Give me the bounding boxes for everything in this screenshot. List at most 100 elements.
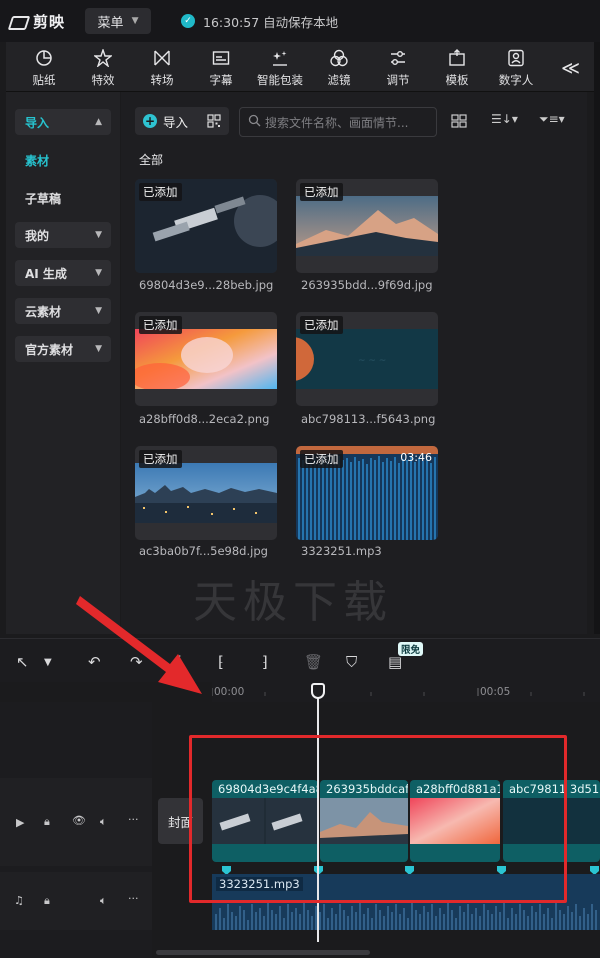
subtitle-icon: [211, 48, 231, 68]
file-name: ac3ba0b7f...5e98d.jpg: [139, 544, 268, 558]
playhead-handle[interactable]: [311, 683, 325, 699]
added-tag: 已添加: [300, 316, 343, 334]
shield-icon[interactable]: ⛉: [346, 653, 357, 671]
audio-duration: 03:46: [400, 451, 432, 464]
app-logo: 剪映: [8, 11, 65, 32]
tool-smart-package[interactable]: 智能包装: [250, 48, 310, 88]
watermark: 天极下载: [193, 577, 393, 628]
check-circle-icon: ✓: [181, 14, 196, 28]
file-name: 3323251.mp3: [301, 544, 382, 558]
menu-label: 菜单: [97, 15, 124, 31]
app-name: 剪映: [33, 12, 66, 31]
tool-label: 数字人: [498, 73, 534, 87]
horizontal-scrollbar[interactable]: [156, 950, 370, 955]
video-track-header: ▶ 🔒︎ 👁︎ 🔈︎ ···: [0, 778, 152, 866]
file-name: abc798113...f5643.png: [301, 412, 436, 426]
speaker-icon[interactable]: 🔈︎: [100, 815, 107, 829]
tool-label: 字幕: [209, 73, 233, 87]
chevron-down-icon: ▼: [95, 230, 102, 240]
eye-icon[interactable]: 👁︎: [72, 814, 86, 827]
grid-view-icon[interactable]: [451, 113, 467, 132]
media-card[interactable]: 已添加: [135, 446, 277, 540]
sidebar-item-material[interactable]: 素材: [15, 147, 111, 173]
thumbnail-gradient: [135, 329, 277, 389]
thumbnail-planet: ~ ~ ~: [296, 329, 438, 389]
sidebar-item-label: 素材: [25, 153, 50, 168]
tool-effects[interactable]: 特效: [73, 48, 133, 88]
trim-left-icon[interactable]: ⁅: [218, 653, 224, 671]
sidebar-item-sub-draft[interactable]: 子草稿: [15, 185, 111, 211]
tool-template[interactable]: 模板: [427, 48, 487, 88]
media-card[interactable]: 已添加: [296, 179, 438, 273]
menu-button[interactable]: 菜单 ▼: [85, 8, 152, 34]
import-label: 导入: [163, 114, 189, 130]
sort-icon[interactable]: ☰↓▾: [491, 112, 518, 126]
collapse-panel-button[interactable]: ≪: [561, 58, 580, 79]
sidebar-item-official[interactable]: 官方素材 ▼: [15, 336, 111, 362]
chevron-down-icon: ▼: [95, 268, 102, 278]
plus-icon: +: [143, 114, 157, 128]
tool-label: 模板: [445, 73, 469, 87]
media-card-audio[interactable]: 已添加 03:46: [296, 446, 438, 540]
more-icon[interactable]: ···: [128, 892, 139, 905]
funnel-icon[interactable]: ⏷≡▾: [539, 112, 565, 127]
adjust-icon: [388, 48, 408, 68]
media-card[interactable]: 已添加: [135, 179, 277, 273]
media-panel: + 导入 搜索文件名称、画面情节... ☰↓▾ ⏷≡▾ 全部 已添加 69804…: [121, 92, 587, 634]
thumbnail-mountain: [296, 196, 438, 256]
chevron-down-icon[interactable]: ▼: [44, 657, 52, 668]
chevron-down-icon: ▼: [95, 306, 102, 316]
tool-label: 转场: [150, 73, 174, 87]
search-input[interactable]: 搜索文件名称、画面情节...: [239, 107, 437, 137]
tool-label: 贴纸: [32, 73, 56, 87]
added-tag: 已添加: [139, 316, 182, 334]
tool-subtitle[interactable]: 字幕: [191, 48, 251, 88]
sidebar-item-ai-generate[interactable]: AI 生成 ▼: [15, 260, 111, 286]
highlight-box: [189, 735, 567, 903]
save-status: ✓ 16:30:57 自动保存本地: [181, 12, 338, 31]
section-label-all: 全部: [139, 153, 164, 167]
transition-icon: [152, 48, 172, 68]
trim-right-icon[interactable]: ⁆: [262, 653, 268, 671]
qr-code-icon[interactable]: [207, 114, 221, 128]
tool-transition[interactable]: 转场: [132, 48, 192, 88]
media-card[interactable]: 已添加: [135, 312, 277, 406]
tool-digital-human[interactable]: 数字人: [486, 48, 546, 88]
annotation-arrow: [76, 596, 202, 694]
title-bar: 剪映 菜单 ▼ ✓ 16:30:57 自动保存本地: [0, 0, 600, 42]
more-icon[interactable]: ···: [128, 813, 139, 826]
added-tag: 已添加: [300, 183, 343, 201]
thumbnail-city: [135, 463, 277, 523]
speaker-icon[interactable]: 🔈︎: [100, 894, 107, 908]
added-tag: 已添加: [139, 450, 182, 468]
lock-icon[interactable]: 🔒︎: [44, 815, 50, 829]
sidebar-item-label: 子草稿: [25, 191, 62, 206]
sidebar-item-label: 导入: [25, 115, 50, 130]
free-badge: 限免: [398, 642, 424, 656]
media-card[interactable]: ~ ~ ~ 已添加: [296, 312, 438, 406]
sidebar-item-cloud[interactable]: 云素材 ▼: [15, 298, 111, 324]
select-cursor-icon[interactable]: ↖: [16, 653, 29, 671]
tool-label: 调节: [386, 73, 410, 87]
chevron-down-icon: ▼: [131, 16, 139, 26]
sidebar-item-import[interactable]: 导入 ▲: [15, 109, 111, 135]
search-icon: [248, 114, 261, 130]
media-sidebar: 导入 ▲ 素材 子草稿 我的 ▼ AI 生成 ▼ 云素材 ▼ 官方素材 ▼: [6, 92, 120, 634]
file-name: 69804d3e9...28beb.jpg: [139, 278, 274, 292]
tool-filter[interactable]: 滤镜: [309, 48, 369, 88]
delete-icon[interactable]: 🗑: [304, 653, 323, 671]
import-button[interactable]: + 导入: [135, 107, 229, 135]
tool-adjust[interactable]: 调节: [368, 48, 428, 88]
logo-icon: [8, 13, 28, 29]
tool-sticker[interactable]: 贴纸: [14, 48, 74, 88]
sidebar-item-mine[interactable]: 我的 ▼: [15, 222, 111, 248]
file-name: a28bff0d8...2eca2.png: [139, 412, 270, 426]
music-note-icon: ♫: [14, 894, 24, 907]
audio-track-header: ♫ 🔒︎ 🔈︎ ···: [0, 872, 152, 930]
sidebar-item-label: AI 生成: [25, 266, 67, 281]
timeline-ruler: 00:00 00:05: [212, 682, 600, 702]
template-icon: [447, 48, 467, 68]
lock-icon[interactable]: 🔒︎: [44, 894, 50, 908]
chevron-down-icon: ▼: [95, 344, 102, 354]
search-placeholder: 搜索文件名称、画面情节...: [265, 115, 409, 130]
